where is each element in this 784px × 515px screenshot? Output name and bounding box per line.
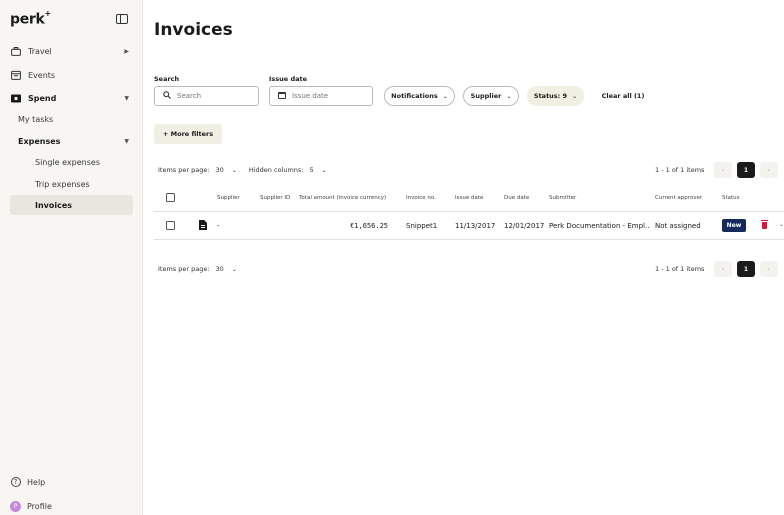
filter-label: Supplier xyxy=(470,92,502,100)
sidebar-item-label: Spend xyxy=(28,93,57,103)
column-header-invoice-no[interactable]: Invoice no. xyxy=(406,195,436,201)
pagination-range: 1 - 1 of 1 items xyxy=(655,166,705,174)
document-icon[interactable] xyxy=(199,220,207,230)
sidebar-item-label: Help xyxy=(27,477,46,487)
select-all-checkbox[interactable] xyxy=(166,193,175,202)
wallet-icon xyxy=(10,92,22,104)
chevron-down-icon[interactable]: ⌄ xyxy=(779,221,784,228)
column-header-current-approver[interactable]: Current approver xyxy=(655,195,702,201)
clear-all-button[interactable]: Clear all (1) xyxy=(598,86,648,106)
cell-issue-date: 11/13/2017 xyxy=(455,222,496,230)
column-header-issue-date[interactable]: Issue date xyxy=(455,195,483,201)
sidebar-toggle-icon[interactable] xyxy=(116,14,128,24)
row-checkbox[interactable] xyxy=(166,221,175,230)
column-header-supplier-id[interactable]: Supplier ID xyxy=(260,195,290,201)
cell-supplier: - xyxy=(217,222,220,230)
page-1-button[interactable]: 1 xyxy=(737,162,755,178)
items-per-page-select[interactable]: 30 xyxy=(216,166,224,174)
perk-logo[interactable]: perk+ xyxy=(10,9,51,28)
help-icon: ? xyxy=(10,477,21,488)
items-per-page-select[interactable]: 30 xyxy=(216,265,224,273)
suitcase-icon xyxy=(10,45,22,57)
prev-page-button[interactable]: ‹ xyxy=(714,162,732,178)
sidebar-item-label: My tasks xyxy=(18,114,54,124)
hidden-columns-label: Hidden columns: xyxy=(248,166,304,174)
filter-label: Notifications xyxy=(391,92,438,100)
sidebar-item-trip-expenses[interactable]: Trip expenses xyxy=(10,174,133,194)
column-header-supplier[interactable]: Supplier xyxy=(217,195,240,201)
items-per-page-label: Items per page: xyxy=(158,265,210,273)
sidebar-item-profile[interactable]: P Profile xyxy=(10,498,52,514)
chevron-down-icon: ⌄ xyxy=(506,92,512,100)
search-placeholder: Search xyxy=(177,92,202,100)
next-page-button[interactable]: › xyxy=(760,261,778,277)
prev-page-button[interactable]: ‹ xyxy=(714,261,732,277)
issue-date-input[interactable]: Issue date xyxy=(269,86,373,106)
chevron-down-icon[interactable]: ⌄ xyxy=(232,167,237,174)
column-header-total-amount[interactable]: Total amount (invoice currency) xyxy=(299,195,386,201)
notifications-filter[interactable]: Notifications ⌄ xyxy=(384,86,455,106)
column-header-status[interactable]: Status xyxy=(722,195,740,201)
sidebar-item-label: Profile xyxy=(27,501,52,511)
search-input[interactable]: Search xyxy=(154,86,259,106)
chevron-down-icon[interactable]: ⌄ xyxy=(322,167,327,174)
table-header-divider xyxy=(154,211,784,212)
cell-due-date: 12/01/2017 xyxy=(504,222,545,230)
page-title: Invoices xyxy=(154,20,233,40)
hidden-columns-select[interactable]: 5 xyxy=(310,166,314,174)
sidebar-item-spend[interactable]: Spend ▼ xyxy=(10,89,133,107)
calendar-icon xyxy=(278,91,286,101)
chevron-down-icon: ▼ xyxy=(124,94,129,102)
issue-date-placeholder: Issue date xyxy=(292,92,329,100)
sidebar-item-invoices[interactable]: Invoices xyxy=(10,195,133,215)
next-page-button[interactable]: › xyxy=(760,162,778,178)
sidebar-item-my-tasks[interactable]: My tasks xyxy=(18,110,133,128)
filter-label: Status: 9 xyxy=(533,92,568,100)
sidebar-item-label: Single expenses xyxy=(35,157,100,167)
search-label: Search xyxy=(154,75,180,83)
table-row-divider xyxy=(154,239,784,240)
calendar-icon xyxy=(10,69,22,81)
supplier-filter[interactable]: Supplier ⌄ xyxy=(463,86,519,106)
chevron-down-icon[interactable]: ⌄ xyxy=(232,266,237,273)
chevron-right-icon: ▶ xyxy=(124,47,129,55)
sidebar-item-expenses[interactable]: Expenses ▼ xyxy=(18,132,133,150)
cell-invoice-no: Snippet1 xyxy=(406,222,438,230)
avatar: P xyxy=(10,500,21,512)
table-toolbar: Items per page: 30 ⌄ Hidden columns: 5 ⌄ xyxy=(158,166,327,174)
cell-current-approver: Not assigned xyxy=(655,222,701,230)
sidebar-item-label: Invoices xyxy=(35,200,73,210)
sidebar-item-label: Expenses xyxy=(18,136,61,146)
sidebar-item-travel[interactable]: Travel ▶ xyxy=(10,42,133,60)
table-footer: Items per page: 30 ⌄ xyxy=(158,265,237,273)
sidebar-item-events[interactable]: Events xyxy=(10,66,133,84)
column-header-due-date[interactable]: Due date xyxy=(504,195,529,201)
sidebar-item-label: Travel xyxy=(28,46,52,56)
chevron-down-icon: ▼ xyxy=(124,137,129,145)
pagination-range: 1 - 1 of 1 items xyxy=(655,265,705,273)
sidebar-item-help[interactable]: ? Help xyxy=(10,474,45,490)
cell-total-amount: €1,656.25 xyxy=(350,222,388,230)
column-header-submitter[interactable]: Submitter xyxy=(549,195,576,201)
chevron-down-icon: ⌄ xyxy=(442,92,448,100)
items-per-page-label: Items per page: xyxy=(158,166,210,174)
sidebar-item-label: Events xyxy=(28,70,56,80)
sidebar: perk+ Travel ▶ Events Spend ▼ My tasks E… xyxy=(0,0,143,515)
sidebar-item-single-expenses[interactable]: Single expenses xyxy=(10,152,133,172)
chevron-down-icon: ⌄ xyxy=(572,92,578,100)
cell-submitter: Perk Documentation - Empl... xyxy=(549,222,649,230)
page-1-button[interactable]: 1 xyxy=(737,261,755,277)
more-filters-button[interactable]: + More filters xyxy=(154,124,222,144)
status-filter[interactable]: Status: 9 ⌄ xyxy=(527,86,584,106)
issue-date-label: Issue date xyxy=(269,75,308,83)
status-badge: New xyxy=(722,219,746,232)
trash-icon[interactable] xyxy=(761,220,768,229)
sidebar-item-label: Trip expenses xyxy=(35,179,90,189)
search-icon xyxy=(163,91,171,101)
